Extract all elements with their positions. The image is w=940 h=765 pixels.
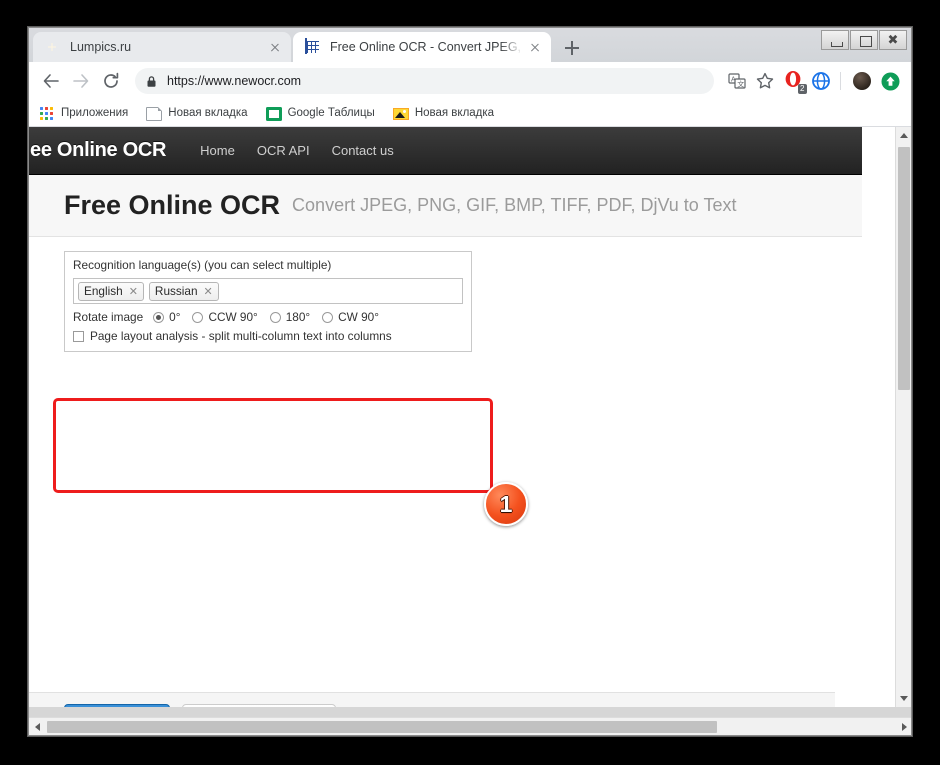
site-navbar: ee Online OCR Home OCR API Contact us	[29, 127, 862, 175]
page-header: Free Online OCR Convert JPEG, PNG, GIF, …	[29, 175, 862, 237]
tab-lumpics[interactable]: Lumpics.ru	[33, 32, 291, 62]
window-controls: ✖	[820, 30, 907, 50]
ocr-button[interactable]: ⚙ OCR	[64, 703, 170, 707]
chip-label: Russian	[154, 284, 198, 298]
browser-toolbar: https://www.newocr.com A文 2	[29, 62, 911, 100]
translate-icon[interactable]: A文	[724, 68, 750, 94]
bookmark-new-tab-1[interactable]: Новая вкладка	[146, 106, 248, 121]
update-icon[interactable]	[877, 68, 903, 94]
horizontal-scrollbar-thumb[interactable]	[47, 720, 717, 733]
radio-rotate-cw90[interactable]: CW 90°	[322, 310, 379, 324]
browser-window: Lumpics.ru Free Online OCR - Convert JPE…	[28, 27, 912, 736]
scroll-down-icon[interactable]	[896, 690, 911, 707]
scroll-left-icon[interactable]	[29, 718, 46, 736]
radio-icon	[192, 311, 204, 323]
page-title: Free Online OCR	[64, 190, 281, 220]
site-brand[interactable]: ee Online OCR	[30, 139, 166, 162]
radio-label: CCW 90°	[208, 310, 258, 324]
action-bar: ⚙ OCR Upload New File f Facebook	[29, 692, 835, 707]
ocr-options-panel: Recognition language(s) (you can select …	[29, 237, 862, 352]
vertical-scrollbar-thumb[interactable]	[898, 147, 910, 390]
language-chip-english[interactable]: English ✕	[78, 281, 144, 301]
scroll-up-icon[interactable]	[896, 127, 911, 144]
orange-circle-icon	[45, 39, 61, 55]
document-icon	[146, 106, 163, 121]
back-icon[interactable]	[37, 67, 65, 95]
toolbar-divider	[840, 72, 841, 90]
radio-rotate-ccw90[interactable]: CCW 90°	[192, 310, 258, 324]
address-bar[interactable]: https://www.newocr.com	[135, 68, 714, 94]
chip-label: English	[84, 284, 123, 298]
recognition-language-label: Recognition language(s) (you can select …	[73, 258, 332, 272]
page-layout-analysis-label: Page layout analysis - split multi-colum…	[90, 329, 392, 343]
radio-label: 180°	[285, 310, 311, 324]
language-chip-russian[interactable]: Russian ✕	[148, 281, 219, 301]
rotate-image-row: Rotate image 0° CCW 90° 180° CW 90°	[73, 310, 463, 324]
close-icon[interactable]	[527, 39, 543, 55]
close-icon[interactable]: ✕	[129, 285, 138, 298]
radio-rotate-0[interactable]: 0°	[153, 310, 180, 324]
close-icon[interactable]	[267, 39, 283, 55]
radio-icon	[153, 311, 165, 323]
tab-strip: Lumpics.ru Free Online OCR - Convert JPE…	[29, 28, 911, 62]
callout-badge-1: 1	[484, 482, 528, 526]
opera-extension-icon[interactable]: 2	[780, 68, 807, 94]
google-sheets-icon	[265, 106, 282, 121]
url-text: https://www.newocr.com	[167, 74, 302, 88]
extension-badge-count: 2	[797, 84, 807, 94]
bookmark-apps[interactable]: Приложения	[39, 105, 128, 121]
photo-icon	[392, 108, 409, 120]
rotate-image-label: Rotate image	[73, 310, 144, 324]
radio-label: CW 90°	[338, 310, 379, 324]
maximize-button[interactable]	[850, 30, 878, 50]
web-page-viewport: ee Online OCR Home OCR API Contact us Fr…	[29, 127, 911, 707]
globe-extension-icon[interactable]	[808, 68, 834, 94]
tab-free-online-ocr[interactable]: Free Online OCR - Convert JPEG,	[293, 32, 551, 62]
nav-contact-us[interactable]: Contact us	[332, 143, 394, 158]
lock-icon	[145, 75, 158, 88]
page-content: ee Online OCR Home OCR API Contact us Fr…	[29, 127, 862, 707]
blue-grid-icon	[305, 38, 321, 55]
language-select-input[interactable]: English ✕ Russian ✕	[73, 278, 463, 304]
bookmark-star-icon[interactable]	[752, 68, 778, 94]
horizontal-scrollbar-track[interactable]	[46, 720, 896, 733]
bookmark-label: Приложения	[61, 107, 129, 119]
nav-ocr-api[interactable]: OCR API	[257, 143, 310, 158]
scroll-right-icon[interactable]	[896, 718, 911, 736]
radio-icon	[322, 311, 334, 323]
nav-home[interactable]: Home	[200, 143, 235, 158]
tab-title: Lumpics.ru	[70, 40, 132, 54]
bookmark-new-tab-2[interactable]: Новая вкладка	[392, 106, 495, 120]
page-subtitle: Convert JPEG, PNG, GIF, BMP, TIFF, PDF, …	[292, 195, 737, 215]
minimize-button[interactable]	[821, 30, 849, 50]
bookmarks-bar: Приложения Новая вкладка Google Таблицы …	[29, 100, 911, 127]
bookmark-label: Новая вкладка	[414, 107, 495, 119]
bookmark-google-sheets[interactable]: Google Таблицы	[265, 106, 375, 121]
svg-text:文: 文	[737, 80, 744, 89]
bookmark-label: Google Таблицы	[287, 107, 375, 119]
upload-new-file-button[interactable]: Upload New File	[182, 703, 336, 707]
forward-icon[interactable]	[67, 67, 95, 95]
page-layout-analysis-row[interactable]: Page layout analysis - split multi-colum…	[73, 329, 463, 343]
radio-rotate-180[interactable]: 180°	[269, 310, 311, 324]
avatar[interactable]	[849, 68, 875, 94]
checkbox-icon[interactable]	[73, 330, 84, 342]
vertical-scrollbar[interactable]	[895, 127, 911, 707]
close-icon[interactable]: ✕	[204, 285, 213, 298]
radio-icon	[269, 311, 281, 323]
horizontal-scrollbar[interactable]	[29, 717, 911, 736]
bookmark-label: Новая вкладка	[168, 107, 248, 119]
tab-title: Free Online OCR - Convert JPEG,	[330, 40, 522, 54]
new-tab-button[interactable]	[561, 37, 583, 59]
radio-label: 0°	[169, 310, 181, 324]
close-button[interactable]: ✖	[879, 30, 907, 50]
reload-icon[interactable]	[97, 67, 125, 95]
recognition-fieldset: Recognition language(s) (you can select …	[64, 251, 472, 352]
apps-grid-icon	[39, 105, 55, 121]
